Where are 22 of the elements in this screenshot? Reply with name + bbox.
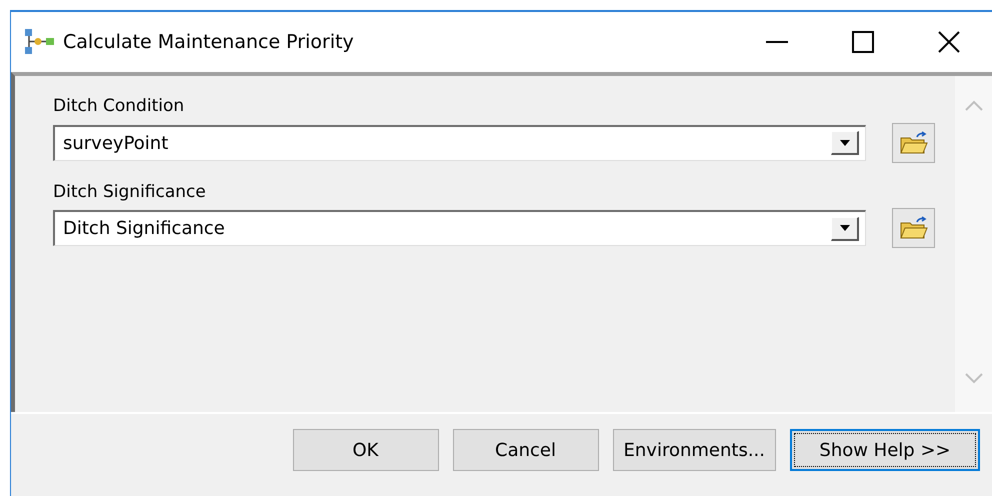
browse-button[interactable] [892,208,935,248]
dialog-button[interactable]: Show Help >> [790,429,980,471]
folder-icon [900,216,928,240]
scrollbar[interactable] [955,76,992,412]
parameter-label: Ditch Condition [53,95,184,118]
maximize-icon [852,31,874,53]
scroll-down-icon[interactable] [964,373,982,384]
dialog-button[interactable]: Cancel [452,429,599,471]
model-icon [25,29,55,55]
dropdown-field[interactable]: surveyPoint [53,124,866,160]
folder-icon [900,130,928,154]
caret-icon [840,140,850,146]
dialog-button[interactable]: OK [292,429,439,471]
scroll-up-icon[interactable] [964,100,982,111]
dialog-button[interactable]: Environments... [612,429,776,471]
caret-icon [840,225,850,231]
close-icon [938,31,960,53]
parameter-label: Ditch Significance [53,180,206,204]
minimize-icon [766,40,788,44]
browse-button[interactable] [892,122,935,162]
window-title: Calculate Maintenance Priority [63,30,355,55]
dropdown-field[interactable]: Ditch Significance [53,210,866,246]
